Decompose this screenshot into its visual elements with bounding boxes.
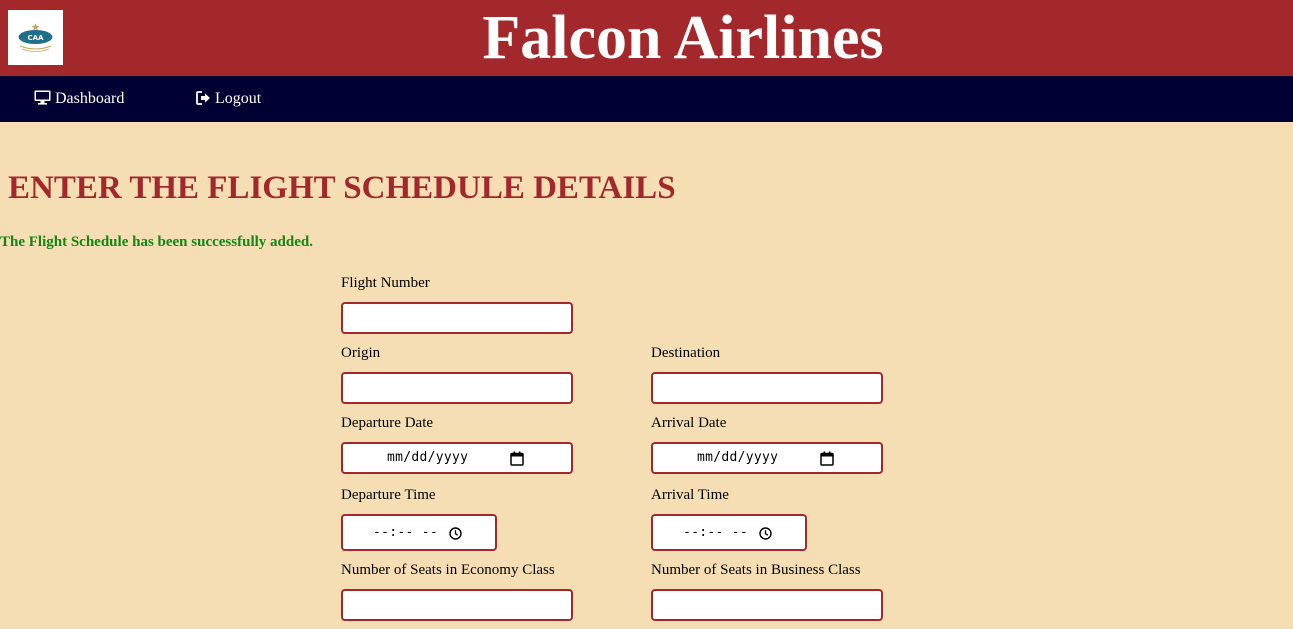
arrival-date-input[interactable]: mm/dd/yyyy — [651, 442, 883, 474]
business-seats-label: Number of Seats in Business Class — [651, 562, 861, 578]
departure-time-input[interactable]: --:-- -- — [341, 514, 497, 551]
departure-date-input[interactable]: mm/dd/yyyy — [341, 442, 573, 474]
nav-logout-label: Logout — [215, 90, 262, 107]
nav-bar: Dashboard Logout — [0, 76, 1293, 122]
arrival-time-input[interactable]: --:-- -- — [651, 514, 807, 551]
header-bar: CAA Falcon Airlines — [0, 0, 1293, 76]
arrival-time-placeholder: --:-- -- — [683, 525, 749, 540]
departure-time-label: Departure Time — [341, 487, 436, 503]
flight-number-label: Flight Number — [341, 275, 430, 291]
clock-icon[interactable] — [759, 527, 772, 540]
destination-label: Destination — [651, 345, 721, 361]
clock-icon[interactable] — [449, 527, 462, 540]
flight-number-input[interactable] — [341, 302, 573, 334]
nav-logout[interactable]: Logout — [196, 76, 261, 122]
arrival-time-label: Arrival Time — [651, 487, 729, 503]
nav-dashboard[interactable]: Dashboard — [34, 76, 124, 122]
nav-dashboard-label: Dashboard — [55, 90, 125, 107]
arrival-date-label: Arrival Date — [651, 415, 727, 431]
destination-input[interactable] — [651, 372, 883, 404]
monitor-icon — [34, 90, 51, 105]
success-message: The Flight Schedule has been successfull… — [0, 234, 313, 250]
sign-out-icon — [196, 91, 210, 105]
economy-seats-label: Number of Seats in Economy Class — [341, 562, 555, 578]
business-seats-input[interactable] — [651, 589, 883, 621]
calendar-icon[interactable] — [820, 451, 834, 466]
departure-time-placeholder: --:-- -- — [373, 525, 439, 540]
calendar-icon[interactable] — [510, 451, 524, 466]
origin-label: Origin — [341, 345, 381, 361]
origin-input[interactable] — [341, 372, 573, 404]
brand-title: Falcon Airlines — [482, 4, 884, 72]
departure-date-placeholder: mm/dd/yyyy — [387, 450, 469, 465]
departure-date-label: Departure Date — [341, 415, 434, 431]
arrival-date-placeholder: mm/dd/yyyy — [697, 450, 779, 465]
page-title: ENTER THE FLIGHT SCHEDULE DETAILS — [8, 170, 676, 206]
economy-seats-input[interactable] — [341, 589, 573, 621]
